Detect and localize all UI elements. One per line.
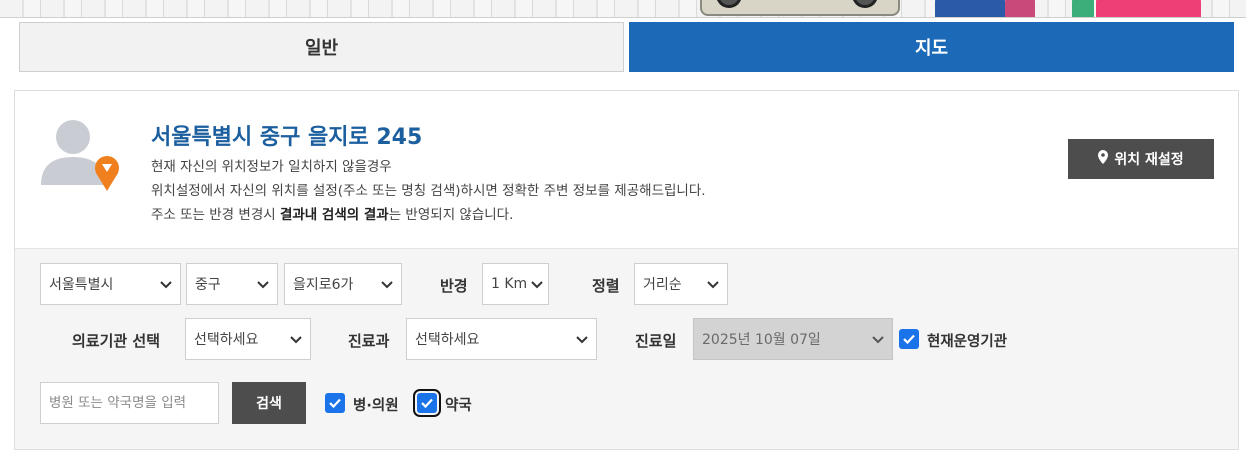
district-select[interactable]: 중구 xyxy=(186,263,278,305)
reset-location-button[interactable]: 위치 재설정 xyxy=(1068,139,1214,179)
map-pin-icon xyxy=(1098,150,1109,168)
filter-area: 서울특별시 중구 을지로6가 반경 1 Km 정렬 거리순 의료기관 선택 선택… xyxy=(15,249,1238,449)
pharmacy-label: 약국 xyxy=(445,398,472,414)
check-icon xyxy=(903,334,915,345)
date-select[interactable]: 2025년 10월 07일 xyxy=(693,318,893,360)
chevron-down-icon xyxy=(576,336,588,344)
department-label: 진료과 xyxy=(348,332,390,350)
radius-label: 반경 xyxy=(440,277,468,295)
desc-line-3: 주소 또는 반경 변경시 결과내 검색의 결과는 반영되지 않습니다. xyxy=(151,207,514,223)
check-icon xyxy=(421,398,433,409)
location-info: 서울특별시 중구 을지로 245 현재 자신의 위치정보가 일치하지 않을경우 … xyxy=(15,91,1238,249)
tab-general[interactable]: 일반 xyxy=(19,22,624,72)
institution-select-value: 선택하세요 xyxy=(194,332,259,348)
chevron-down-icon xyxy=(872,336,884,344)
department-select[interactable]: 선택하세요 xyxy=(406,318,597,360)
current-address: 서울특별시 중구 을지로 245 xyxy=(151,125,423,150)
radius-select[interactable]: 1 Km xyxy=(482,263,549,305)
radius-select-value: 1 Km xyxy=(491,276,528,292)
location-panel: 서울특별시 중구 을지로 245 현재 자신의 위치정보가 일치하지 않을경우 … xyxy=(14,90,1239,450)
chevron-down-icon xyxy=(381,281,393,289)
institution-label: 의료기관 선택 xyxy=(72,332,161,350)
date-label: 진료일 xyxy=(635,332,677,350)
location-description: 현재 자신의 위치정보가 일치하지 않을경우 위치설정에서 자신의 위치를 설정… xyxy=(151,155,706,227)
search-input[interactable] xyxy=(40,382,219,424)
department-select-value: 선택하세요 xyxy=(415,332,480,348)
neighborhood-select[interactable]: 을지로6가 xyxy=(284,263,402,305)
sort-label: 정렬 xyxy=(592,277,620,295)
hospital-checkbox[interactable] xyxy=(325,393,345,413)
tab-map[interactable]: 지도 xyxy=(629,22,1234,72)
top-banner-image xyxy=(0,0,1246,18)
sort-select[interactable]: 거리순 xyxy=(634,263,728,305)
date-select-value: 2025년 10월 07일 xyxy=(702,332,821,348)
chevron-down-icon xyxy=(707,281,719,289)
pharmacy-checkbox[interactable] xyxy=(413,389,441,417)
reset-location-label: 위치 재설정 xyxy=(1114,152,1184,168)
desc-line-2: 위치설정에서 자신의 위치를 설정(주소 또는 명칭 검색)하시면 정확한 주변… xyxy=(151,183,706,199)
chevron-down-icon xyxy=(290,336,302,344)
district-select-value: 중구 xyxy=(195,277,221,293)
chevron-down-icon xyxy=(160,281,172,289)
neighborhood-select-value: 을지로6가 xyxy=(293,277,354,293)
city-select-value: 서울특별시 xyxy=(49,277,114,293)
chevron-down-icon xyxy=(257,281,269,289)
banner-car xyxy=(700,0,900,16)
hospital-label: 병·의원 xyxy=(353,398,399,414)
desc-line-1: 현재 자신의 위치정보가 일치하지 않을경우 xyxy=(151,159,392,175)
chevron-down-icon xyxy=(531,281,543,289)
banner-figure xyxy=(935,0,1005,17)
search-button[interactable]: 검색 xyxy=(232,382,306,424)
institution-select[interactable]: 선택하세요 xyxy=(185,318,311,360)
open-now-checkbox[interactable] xyxy=(899,329,919,349)
open-now-label: 현재운영기관 xyxy=(927,334,1008,350)
city-select[interactable]: 서울특별시 xyxy=(40,263,181,305)
sort-select-value: 거리순 xyxy=(643,277,682,293)
check-icon xyxy=(329,398,341,409)
user-location-avatar-icon xyxy=(39,115,123,195)
